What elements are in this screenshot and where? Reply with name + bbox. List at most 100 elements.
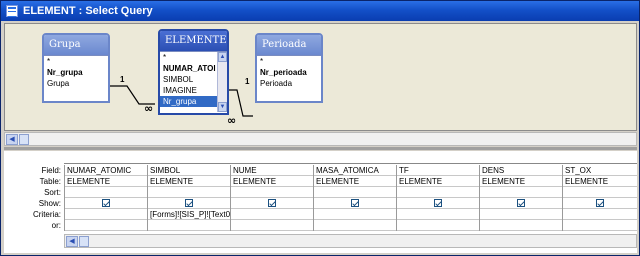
- table-perioada[interactable]: Perioada * Nr_perioada Perioada: [255, 33, 323, 103]
- query-grid-pane: Field: Table: Sort: Show: Criteria: or: …: [4, 151, 637, 253]
- show-cell[interactable]: [231, 198, 313, 209]
- field-cell[interactable]: NUME: [231, 165, 313, 176]
- checkbox-checked-icon[interactable]: [517, 199, 525, 207]
- column-selector-bar[interactable]: [64, 156, 637, 164]
- arrow-down-icon[interactable]: ▼: [218, 102, 227, 112]
- sort-cell[interactable]: [65, 187, 147, 198]
- checkbox-checked-icon[interactable]: [596, 199, 604, 207]
- show-cell[interactable]: [314, 198, 396, 209]
- table-grupa-header[interactable]: Grupa: [44, 35, 108, 55]
- field-cell[interactable]: DENS: [480, 165, 562, 176]
- grid-scrollbar[interactable]: ◀: [64, 234, 637, 248]
- arrow-up-icon[interactable]: ▲: [218, 52, 227, 62]
- show-cell[interactable]: [397, 198, 479, 209]
- criteria-cell[interactable]: [Forms]![SIS_P]![Text0]: [148, 209, 230, 220]
- sort-cell[interactable]: [397, 187, 479, 198]
- table-elemente-field[interactable]: IMAGINE: [160, 85, 220, 96]
- sort-cell[interactable]: [148, 187, 230, 198]
- or-cell[interactable]: [231, 220, 313, 231]
- table-cell[interactable]: ELEMENTE: [480, 176, 562, 187]
- table-elemente-header[interactable]: ELEMENTE: [160, 31, 227, 51]
- show-cell[interactable]: [563, 198, 637, 209]
- field-cell[interactable]: TF: [397, 165, 479, 176]
- row-label: Table:: [39, 177, 61, 186]
- field-cell[interactable]: ST_OX: [563, 165, 637, 176]
- sort-cell[interactable]: [231, 187, 313, 198]
- scroll-thumb[interactable]: [19, 134, 29, 145]
- rel-1-many: ∞: [144, 102, 153, 115]
- scroll-thumb[interactable]: [79, 236, 89, 247]
- grid-column: MASA_ATOMICA ELEMENTE: [313, 165, 396, 231]
- field-cell[interactable]: SIMBOL: [148, 165, 230, 176]
- criteria-cell[interactable]: [563, 209, 637, 220]
- criteria-cell[interactable]: [397, 209, 479, 220]
- criteria-cell[interactable]: [480, 209, 562, 220]
- rel-2-one: 1: [245, 77, 250, 86]
- table-perioada-field[interactable]: Perioada: [257, 78, 321, 89]
- show-cell[interactable]: [480, 198, 562, 209]
- grid-row-labels: Field: Table: Sort: Show: Criteria: or:: [4, 165, 64, 231]
- table-cell[interactable]: ELEMENTE: [148, 176, 230, 187]
- row-label: Show:: [38, 199, 61, 208]
- table-elemente-field[interactable]: SIMBOL: [160, 74, 220, 85]
- row-label: Sort:: [44, 188, 61, 197]
- grid-column: ST_OX ELEMENTE: [562, 165, 637, 231]
- rel-2-many: ∞: [227, 114, 236, 127]
- checkbox-checked-icon[interactable]: [185, 199, 193, 207]
- table-perioada-field[interactable]: *: [257, 56, 321, 67]
- rel-1-one: 1: [120, 75, 125, 84]
- row-label: Criteria:: [32, 210, 61, 219]
- table-grupa[interactable]: Grupa * Nr_grupa Grupa: [42, 33, 110, 103]
- criteria-cell[interactable]: [65, 209, 147, 220]
- grid-column: NUME ELEMENTE: [230, 165, 313, 231]
- grid-column: TF ELEMENTE: [396, 165, 479, 231]
- grid-column: NUMAR_ATOMIC ELEMENTE: [64, 165, 147, 231]
- query-icon: [6, 5, 18, 17]
- checkbox-checked-icon[interactable]: [268, 199, 276, 207]
- grid-column: DENS ELEMENTE: [479, 165, 562, 231]
- table-elemente-field[interactable]: *: [160, 52, 220, 63]
- checkbox-checked-icon[interactable]: [102, 199, 110, 207]
- or-cell[interactable]: [397, 220, 479, 231]
- table-cell[interactable]: ELEMENTE: [397, 176, 479, 187]
- show-cell[interactable]: [148, 198, 230, 209]
- table-elemente-field[interactable]: NUMAR_ATOI: [160, 63, 220, 74]
- criteria-cell[interactable]: [231, 209, 313, 220]
- pane-splitter[interactable]: [4, 147, 637, 150]
- table-grupa-field[interactable]: Nr_grupa: [44, 67, 108, 78]
- table-cell[interactable]: ELEMENTE: [314, 176, 396, 187]
- arrow-left-icon[interactable]: ◀: [66, 236, 78, 247]
- table-grupa-field[interactable]: *: [44, 56, 108, 67]
- or-cell[interactable]: [314, 220, 396, 231]
- or-cell[interactable]: [563, 220, 637, 231]
- table-elemente-scrollbar[interactable]: ▲ ▼: [217, 52, 227, 112]
- or-cell[interactable]: [65, 220, 147, 231]
- arrow-left-icon[interactable]: ◀: [6, 134, 18, 145]
- or-cell[interactable]: [480, 220, 562, 231]
- design-pane-scrollbar[interactable]: ◀: [4, 132, 637, 146]
- table-elemente[interactable]: ELEMENTE * NUMAR_ATOI SIMBOL IMAGINE Nr_…: [158, 29, 229, 115]
- grid-column: SIMBOL ELEMENTE [Forms]![SIS_P]![Text0]: [147, 165, 230, 231]
- table-grupa-field[interactable]: Grupa: [44, 78, 108, 89]
- table-elemente-field[interactable]: Nr_grupa: [160, 96, 220, 107]
- field-cell[interactable]: MASA_ATOMICA: [314, 165, 396, 176]
- sort-cell[interactable]: [480, 187, 562, 198]
- table-cell[interactable]: ELEMENTE: [231, 176, 313, 187]
- or-cell[interactable]: [148, 220, 230, 231]
- query-window: ELEMENT : Select Query 1 ∞ 1 ∞ Grupa * N…: [0, 0, 640, 256]
- table-perioada-header[interactable]: Perioada: [257, 35, 321, 55]
- checkbox-checked-icon[interactable]: [351, 199, 359, 207]
- show-cell[interactable]: [65, 198, 147, 209]
- table-design-pane: 1 ∞ 1 ∞ Grupa * Nr_grupa Grupa ELEMENTE …: [4, 23, 637, 131]
- criteria-cell[interactable]: [314, 209, 396, 220]
- table-cell[interactable]: ELEMENTE: [65, 176, 147, 187]
- table-cell[interactable]: ELEMENTE: [563, 176, 637, 187]
- row-label: Field:: [41, 166, 61, 175]
- sort-cell[interactable]: [314, 187, 396, 198]
- title-bar[interactable]: ELEMENT : Select Query: [1, 1, 639, 21]
- checkbox-checked-icon[interactable]: [434, 199, 442, 207]
- field-cell[interactable]: NUMAR_ATOMIC: [65, 165, 147, 176]
- row-label: or:: [51, 221, 61, 230]
- table-perioada-field[interactable]: Nr_perioada: [257, 67, 321, 78]
- sort-cell[interactable]: [563, 187, 637, 198]
